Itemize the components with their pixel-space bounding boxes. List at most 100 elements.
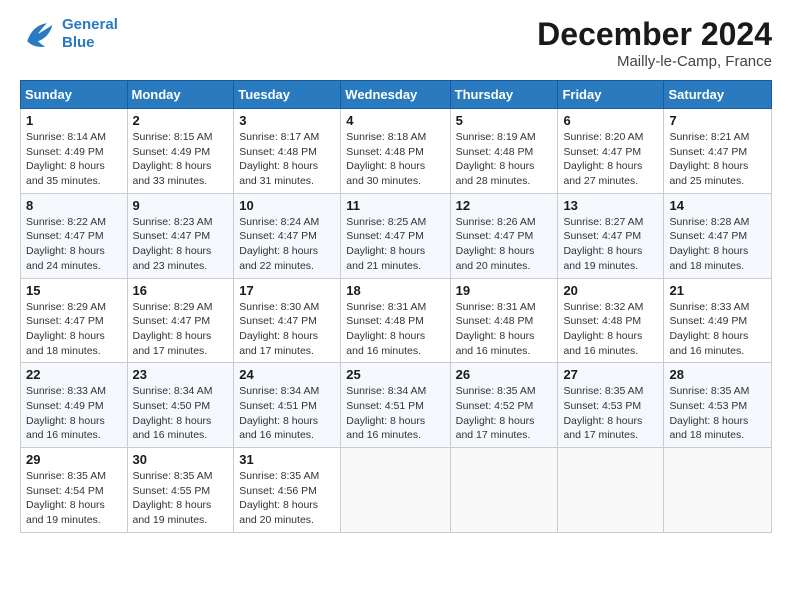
title-block: December 2024 Mailly-le-Camp, France [537, 16, 772, 70]
day-info: Sunrise: 8:19 AMSunset: 4:48 PMDaylight:… [456, 130, 553, 189]
day-info: Sunrise: 8:35 AMSunset: 4:56 PMDaylight:… [239, 469, 335, 528]
day-number: 7 [669, 113, 766, 128]
day-cell: 26 Sunrise: 8:35 AMSunset: 4:52 PMDayligh… [450, 363, 558, 448]
day-cell: 16Sunrise: 8:29 AMSunset: 4:47 PMDayligh… [127, 278, 234, 363]
logo-icon [20, 16, 56, 52]
day-cell: 17 Sunrise: 8:30 AMSunset: 4:47 PMDayligh… [234, 278, 341, 363]
day-number: 21 [669, 283, 766, 298]
day-number: 2 [133, 113, 229, 128]
day-number: 26 [456, 367, 553, 382]
day-number: 25 [346, 367, 444, 382]
calendar-col-sunday: Sunday [21, 81, 128, 109]
calendar-col-monday: Monday [127, 81, 234, 109]
day-info: Sunrise: 8:33 AMSunset: 4:49 PMDaylight:… [669, 300, 766, 359]
calendar-col-saturday: Saturday [664, 81, 772, 109]
day-info: Sunrise: 8:34 AMSunset: 4:50 PMDaylight:… [133, 384, 229, 443]
logo: General Blue [20, 16, 118, 52]
day-cell: 25 Sunrise: 8:34 AMSunset: 4:51 PMDayligh… [341, 363, 450, 448]
day-number: 9 [133, 198, 229, 213]
empty-day-cell [341, 448, 450, 533]
day-info: Sunrise: 8:20 AMSunset: 4:47 PMDaylight:… [563, 130, 658, 189]
header: General Blue December 2024 Mailly-le-Cam… [20, 16, 772, 70]
day-info: Sunrise: 8:31 AMSunset: 4:48 PMDaylight:… [346, 300, 444, 359]
calendar-col-wednesday: Wednesday [341, 81, 450, 109]
day-cell: 18 Sunrise: 8:31 AMSunset: 4:48 PMDayligh… [341, 278, 450, 363]
day-number: 1 [26, 113, 122, 128]
day-info: Sunrise: 8:33 AMSunset: 4:49 PMDaylight:… [26, 384, 122, 443]
day-info: Sunrise: 8:34 AMSunset: 4:51 PMDaylight:… [346, 384, 444, 443]
day-number: 10 [239, 198, 335, 213]
day-number: 19 [456, 283, 553, 298]
calendar-header-row: SundayMondayTuesdayWednesdayThursdayFrid… [21, 81, 772, 109]
day-info: Sunrise: 8:25 AMSunset: 4:47 PMDaylight:… [346, 215, 444, 274]
calendar-col-friday: Friday [558, 81, 664, 109]
day-cell: 23 Sunrise: 8:34 AMSunset: 4:50 PMDayligh… [127, 363, 234, 448]
day-cell: 30Sunrise: 8:35 AMSunset: 4:55 PMDayligh… [127, 448, 234, 533]
subtitle: Mailly-le-Camp, France [537, 53, 772, 70]
day-info: Sunrise: 8:29 AMSunset: 4:47 PMDaylight:… [133, 300, 229, 359]
calendar-week-row: 8Sunrise: 8:22 AMSunset: 4:47 PMDaylight… [21, 193, 772, 278]
day-cell: 7 Sunrise: 8:21 AMSunset: 4:47 PMDaylight… [664, 109, 772, 194]
page: General Blue December 2024 Mailly-le-Cam… [0, 0, 792, 543]
day-info: Sunrise: 8:21 AMSunset: 4:47 PMDaylight:… [669, 130, 766, 189]
calendar-week-row: 22 Sunrise: 8:33 AMSunset: 4:49 PMDayligh… [21, 363, 772, 448]
day-info: Sunrise: 8:34 AMSunset: 4:51 PMDaylight:… [239, 384, 335, 443]
day-cell: 20Sunrise: 8:32 AMSunset: 4:48 PMDayligh… [558, 278, 664, 363]
calendar-col-thursday: Thursday [450, 81, 558, 109]
day-number: 31 [239, 452, 335, 467]
day-cell: 5 Sunrise: 8:19 AMSunset: 4:48 PMDaylight… [450, 109, 558, 194]
day-info: Sunrise: 8:24 AMSunset: 4:47 PMDaylight:… [239, 215, 335, 274]
day-cell: 14Sunrise: 8:28 AMSunset: 4:47 PMDayligh… [664, 193, 772, 278]
day-number: 11 [346, 198, 444, 213]
day-number: 29 [26, 452, 122, 467]
day-number: 3 [239, 113, 335, 128]
day-cell: 28 Sunrise: 8:35 AMSunset: 4:53 PMDayligh… [664, 363, 772, 448]
day-number: 12 [456, 198, 553, 213]
day-cell: 8Sunrise: 8:22 AMSunset: 4:47 PMDaylight… [21, 193, 128, 278]
day-info: Sunrise: 8:18 AMSunset: 4:48 PMDaylight:… [346, 130, 444, 189]
day-number: 18 [346, 283, 444, 298]
day-cell: 1Sunrise: 8:14 AMSunset: 4:49 PMDaylight… [21, 109, 128, 194]
day-info: Sunrise: 8:23 AMSunset: 4:47 PMDaylight:… [133, 215, 229, 274]
day-number: 22 [26, 367, 122, 382]
day-cell: 10 Sunrise: 8:24 AMSunset: 4:47 PMDayligh… [234, 193, 341, 278]
day-cell: 29 Sunrise: 8:35 AMSunset: 4:54 PMDayligh… [21, 448, 128, 533]
day-cell: 19 Sunrise: 8:31 AMSunset: 4:48 PMDayligh… [450, 278, 558, 363]
calendar-col-tuesday: Tuesday [234, 81, 341, 109]
day-info: Sunrise: 8:35 AMSunset: 4:53 PMDaylight:… [669, 384, 766, 443]
day-number: 17 [239, 283, 335, 298]
day-number: 14 [669, 198, 766, 213]
day-info: Sunrise: 8:29 AMSunset: 4:47 PMDaylight:… [26, 300, 122, 359]
day-info: Sunrise: 8:26 AMSunset: 4:47 PMDaylight:… [456, 215, 553, 274]
day-info: Sunrise: 8:31 AMSunset: 4:48 PMDaylight:… [456, 300, 553, 359]
calendar-week-row: 29 Sunrise: 8:35 AMSunset: 4:54 PMDayligh… [21, 448, 772, 533]
day-info: Sunrise: 8:15 AMSunset: 4:49 PMDaylight:… [133, 130, 229, 189]
day-info: Sunrise: 8:35 AMSunset: 4:54 PMDaylight:… [26, 469, 122, 528]
day-cell: 11 Sunrise: 8:25 AMSunset: 4:47 PMDayligh… [341, 193, 450, 278]
day-number: 8 [26, 198, 122, 213]
day-number: 6 [563, 113, 658, 128]
day-number: 15 [26, 283, 122, 298]
day-cell: 22 Sunrise: 8:33 AMSunset: 4:49 PMDayligh… [21, 363, 128, 448]
day-number: 28 [669, 367, 766, 382]
day-number: 13 [563, 198, 658, 213]
empty-day-cell [664, 448, 772, 533]
day-info: Sunrise: 8:35 AMSunset: 4:53 PMDaylight:… [563, 384, 658, 443]
day-number: 24 [239, 367, 335, 382]
day-number: 20 [563, 283, 658, 298]
day-info: Sunrise: 8:30 AMSunset: 4:47 PMDaylight:… [239, 300, 335, 359]
empty-day-cell [558, 448, 664, 533]
day-cell: 24 Sunrise: 8:34 AMSunset: 4:51 PMDayligh… [234, 363, 341, 448]
day-number: 23 [133, 367, 229, 382]
day-cell: 12 Sunrise: 8:26 AMSunset: 4:47 PMDayligh… [450, 193, 558, 278]
day-number: 5 [456, 113, 553, 128]
day-cell: 4Sunrise: 8:18 AMSunset: 4:48 PMDaylight… [341, 109, 450, 194]
calendar-table: SundayMondayTuesdayWednesdayThursdayFrid… [20, 80, 772, 533]
day-info: Sunrise: 8:27 AMSunset: 4:47 PMDaylight:… [563, 215, 658, 274]
day-cell: 6 Sunrise: 8:20 AMSunset: 4:47 PMDaylight… [558, 109, 664, 194]
empty-day-cell [450, 448, 558, 533]
day-cell: 27Sunrise: 8:35 AMSunset: 4:53 PMDayligh… [558, 363, 664, 448]
day-info: Sunrise: 8:35 AMSunset: 4:52 PMDaylight:… [456, 384, 553, 443]
day-cell: 15 Sunrise: 8:29 AMSunset: 4:47 PMDayligh… [21, 278, 128, 363]
day-info: Sunrise: 8:17 AMSunset: 4:48 PMDaylight:… [239, 130, 335, 189]
